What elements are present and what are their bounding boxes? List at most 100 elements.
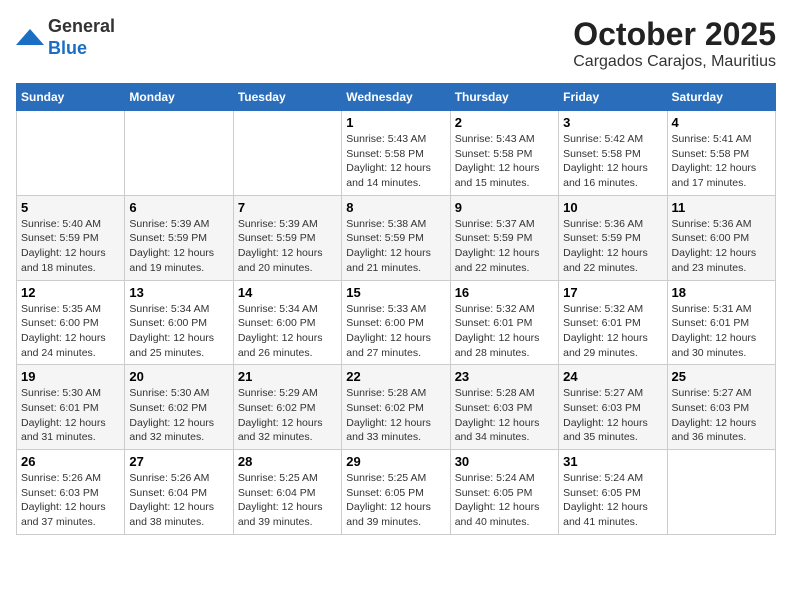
day-cell: 11 Sunrise: 5:36 AM Sunset: 6:00 PM Dayli… xyxy=(667,195,775,280)
day-cell: 13Sunrise: 5:34 AM Sunset: 6:00 PM Dayli… xyxy=(125,280,233,365)
day-cell: 9 Sunrise: 5:37 AM Sunset: 5:59 PM Daylig… xyxy=(450,195,558,280)
day-info: Sunrise: 5:30 AM Sunset: 6:02 PM Dayligh… xyxy=(129,386,228,445)
day-cell: 12 Sunrise: 5:35 AM Sunset: 6:00 PM Dayli… xyxy=(17,280,125,365)
day-number: 8 xyxy=(346,200,445,215)
day-info: Sunrise: 5:36 AM Sunset: 6:00 PM Dayligh… xyxy=(672,217,771,276)
day-info: Sunrise: 5:43 AM Sunset: 5:58 PM Dayligh… xyxy=(346,132,445,191)
day-cell: 31 Sunrise: 5:24 AM Sunset: 6:05 PM Dayli… xyxy=(559,450,667,535)
day-number: 1 xyxy=(346,115,445,130)
day-cell: 16 Sunrise: 5:32 AM Sunset: 6:01 PM Dayli… xyxy=(450,280,558,365)
day-cell: 20Sunrise: 5:30 AM Sunset: 6:02 PM Dayli… xyxy=(125,365,233,450)
day-cell: 30 Sunrise: 5:24 AM Sunset: 6:05 PM Dayli… xyxy=(450,450,558,535)
day-number: 2 xyxy=(455,115,554,130)
day-info: Sunrise: 5:28 AM Sunset: 6:03 PM Dayligh… xyxy=(455,386,554,445)
week-row-2: 5Sunrise: 5:40 AM Sunset: 5:59 PM Daylig… xyxy=(17,195,776,280)
day-number: 30 xyxy=(455,454,554,469)
day-number: 12 xyxy=(21,285,120,300)
day-info: Sunrise: 5:29 AM Sunset: 6:02 PM Dayligh… xyxy=(238,386,337,445)
day-info: Sunrise: 5:41 AM Sunset: 5:58 PM Dayligh… xyxy=(672,132,771,191)
day-number: 18 xyxy=(672,285,771,300)
logo-general: General xyxy=(48,16,115,36)
day-number: 11 xyxy=(672,200,771,215)
title-block: October 2025 Cargados Carajos, Mauritius xyxy=(573,16,776,71)
day-cell xyxy=(667,450,775,535)
day-info: Sunrise: 5:32 AM Sunset: 6:01 PM Dayligh… xyxy=(563,302,662,361)
day-info: Sunrise: 5:43 AM Sunset: 5:58 PM Dayligh… xyxy=(455,132,554,191)
week-row-5: 26Sunrise: 5:26 AM Sunset: 6:03 PM Dayli… xyxy=(17,450,776,535)
day-info: Sunrise: 5:25 AM Sunset: 6:05 PM Dayligh… xyxy=(346,471,445,530)
day-info: Sunrise: 5:28 AM Sunset: 6:02 PM Dayligh… xyxy=(346,386,445,445)
header-cell-saturday: Saturday xyxy=(667,84,775,111)
day-number: 29 xyxy=(346,454,445,469)
day-cell: 15 Sunrise: 5:33 AM Sunset: 6:00 PM Dayli… xyxy=(342,280,450,365)
day-cell: 2 Sunrise: 5:43 AM Sunset: 5:58 PM Daylig… xyxy=(450,111,558,196)
week-row-4: 19 Sunrise: 5:30 AM Sunset: 6:01 PM Dayli… xyxy=(17,365,776,450)
day-cell: 6Sunrise: 5:39 AM Sunset: 5:59 PM Daylig… xyxy=(125,195,233,280)
day-cell: 19 Sunrise: 5:30 AM Sunset: 6:01 PM Dayli… xyxy=(17,365,125,450)
day-info: Sunrise: 5:34 AM Sunset: 6:00 PM Dayligh… xyxy=(238,302,337,361)
header-cell-tuesday: Tuesday xyxy=(233,84,341,111)
day-number: 24 xyxy=(563,369,662,384)
day-number: 16 xyxy=(455,285,554,300)
day-info: Sunrise: 5:27 AM Sunset: 6:03 PM Dayligh… xyxy=(563,386,662,445)
day-info: Sunrise: 5:35 AM Sunset: 6:00 PM Dayligh… xyxy=(21,302,120,361)
day-number: 4 xyxy=(672,115,771,130)
logo-text: General Blue xyxy=(48,16,115,59)
header-cell-wednesday: Wednesday xyxy=(342,84,450,111)
header-row: SundayMondayTuesdayWednesdayThursdayFrid… xyxy=(17,84,776,111)
day-info: Sunrise: 5:27 AM Sunset: 6:03 PM Dayligh… xyxy=(672,386,771,445)
day-cell xyxy=(233,111,341,196)
day-number: 15 xyxy=(346,285,445,300)
day-number: 3 xyxy=(563,115,662,130)
day-number: 14 xyxy=(238,285,337,300)
day-info: Sunrise: 5:39 AM Sunset: 5:59 PM Dayligh… xyxy=(129,217,228,276)
day-info: Sunrise: 5:37 AM Sunset: 5:59 PM Dayligh… xyxy=(455,217,554,276)
day-number: 21 xyxy=(238,369,337,384)
day-cell: 28Sunrise: 5:25 AM Sunset: 6:04 PM Dayli… xyxy=(233,450,341,535)
day-number: 23 xyxy=(455,369,554,384)
day-info: Sunrise: 5:24 AM Sunset: 6:05 PM Dayligh… xyxy=(455,471,554,530)
day-info: Sunrise: 5:30 AM Sunset: 6:01 PM Dayligh… xyxy=(21,386,120,445)
day-cell: 26Sunrise: 5:26 AM Sunset: 6:03 PM Dayli… xyxy=(17,450,125,535)
week-row-1: 1 Sunrise: 5:43 AM Sunset: 5:58 PM Daylig… xyxy=(17,111,776,196)
day-number: 13 xyxy=(129,285,228,300)
day-info: Sunrise: 5:42 AM Sunset: 5:58 PM Dayligh… xyxy=(563,132,662,191)
day-number: 25 xyxy=(672,369,771,384)
header-cell-monday: Monday xyxy=(125,84,233,111)
day-cell: 22Sunrise: 5:28 AM Sunset: 6:02 PM Dayli… xyxy=(342,365,450,450)
day-info: Sunrise: 5:40 AM Sunset: 5:59 PM Dayligh… xyxy=(21,217,120,276)
calendar-header: SundayMondayTuesdayWednesdayThursdayFrid… xyxy=(17,84,776,111)
day-number: 9 xyxy=(455,200,554,215)
location-title: Cargados Carajos, Mauritius xyxy=(573,53,776,71)
calendar-table: SundayMondayTuesdayWednesdayThursdayFrid… xyxy=(16,83,776,535)
logo-blue: Blue xyxy=(48,38,87,58)
day-number: 19 xyxy=(21,369,120,384)
day-cell: 21 Sunrise: 5:29 AM Sunset: 6:02 PM Dayli… xyxy=(233,365,341,450)
day-cell: 14 Sunrise: 5:34 AM Sunset: 6:00 PM Dayli… xyxy=(233,280,341,365)
day-cell xyxy=(17,111,125,196)
day-number: 28 xyxy=(238,454,337,469)
day-cell: 23 Sunrise: 5:28 AM Sunset: 6:03 PM Dayli… xyxy=(450,365,558,450)
day-cell: 3 Sunrise: 5:42 AM Sunset: 5:58 PM Daylig… xyxy=(559,111,667,196)
day-cell: 8Sunrise: 5:38 AM Sunset: 5:59 PM Daylig… xyxy=(342,195,450,280)
day-info: Sunrise: 5:33 AM Sunset: 6:00 PM Dayligh… xyxy=(346,302,445,361)
day-cell: 18 Sunrise: 5:31 AM Sunset: 6:01 PM Dayli… xyxy=(667,280,775,365)
day-info: Sunrise: 5:26 AM Sunset: 6:03 PM Dayligh… xyxy=(21,471,120,530)
header-cell-thursday: Thursday xyxy=(450,84,558,111)
page-header: General Blue October 2025 Cargados Caraj… xyxy=(16,16,776,71)
logo-icon xyxy=(16,27,44,49)
week-row-3: 12 Sunrise: 5:35 AM Sunset: 6:00 PM Dayli… xyxy=(17,280,776,365)
day-cell: 10Sunrise: 5:36 AM Sunset: 5:59 PM Dayli… xyxy=(559,195,667,280)
day-info: Sunrise: 5:32 AM Sunset: 6:01 PM Dayligh… xyxy=(455,302,554,361)
day-cell: 29 Sunrise: 5:25 AM Sunset: 6:05 PM Dayli… xyxy=(342,450,450,535)
day-info: Sunrise: 5:31 AM Sunset: 6:01 PM Dayligh… xyxy=(672,302,771,361)
day-cell: 5Sunrise: 5:40 AM Sunset: 5:59 PM Daylig… xyxy=(17,195,125,280)
day-cell: 17 Sunrise: 5:32 AM Sunset: 6:01 PM Dayli… xyxy=(559,280,667,365)
day-number: 17 xyxy=(563,285,662,300)
day-cell: 24 Sunrise: 5:27 AM Sunset: 6:03 PM Dayli… xyxy=(559,365,667,450)
day-number: 31 xyxy=(563,454,662,469)
day-number: 27 xyxy=(129,454,228,469)
day-info: Sunrise: 5:24 AM Sunset: 6:05 PM Dayligh… xyxy=(563,471,662,530)
day-info: Sunrise: 5:26 AM Sunset: 6:04 PM Dayligh… xyxy=(129,471,228,530)
day-cell xyxy=(125,111,233,196)
